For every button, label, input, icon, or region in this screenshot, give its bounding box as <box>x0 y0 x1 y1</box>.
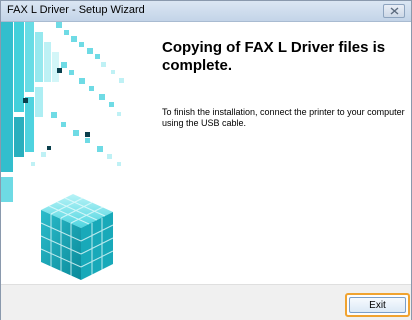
exit-button[interactable]: Exit <box>345 293 410 317</box>
wizard-content: Copying of FAX L Driver files is complet… <box>1 22 411 284</box>
setup-wizard-window: FAX L Driver - Setup Wizard Copying of F… <box>0 0 412 320</box>
exit-button-label: Exit <box>349 297 406 313</box>
close-button[interactable] <box>383 4 405 18</box>
title-bar[interactable]: FAX L Driver - Setup Wizard <box>1 1 411 22</box>
button-bar: Exit <box>1 284 411 320</box>
instruction-text: To finish the installation, connect the … <box>162 107 405 128</box>
completion-heading: Copying of FAX L Driver files is complet… <box>162 39 386 74</box>
cube-graphic-icon <box>1 22 141 284</box>
window-title: FAX L Driver - Setup Wizard <box>7 4 145 16</box>
close-icon <box>390 7 398 15</box>
